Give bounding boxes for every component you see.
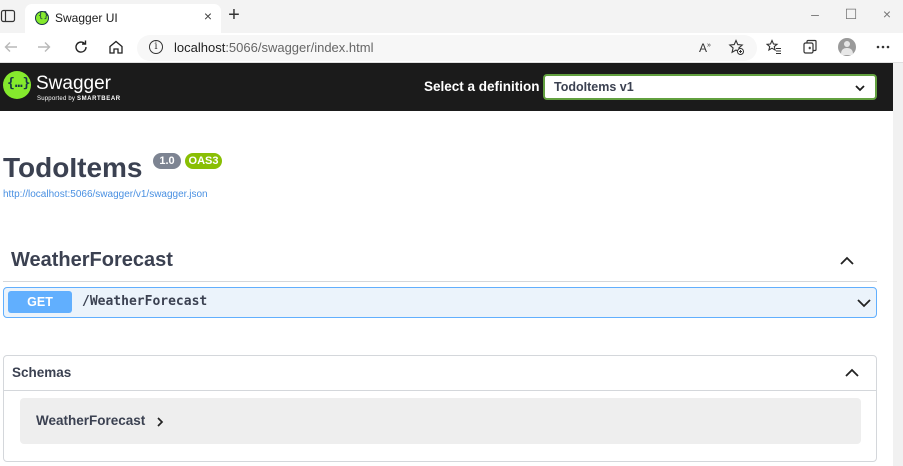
browser-tab-strip: {} Swagger UI × + – ☐ ×: [0, 0, 903, 33]
schemas-title: Schemas: [12, 365, 72, 380]
read-aloud-icon[interactable]: A »: [698, 39, 714, 55]
version-badge: 1.0: [153, 153, 181, 169]
definition-select-value: TodoItems v1: [554, 80, 634, 94]
schemas-section: Schemas WeatherForecast: [3, 355, 877, 462]
collapse-chevron-up-icon[interactable]: [844, 365, 860, 381]
address-url[interactable]: localhost:5066/swagger/index.html: [174, 40, 373, 55]
close-tab-icon[interactable]: ×: [201, 9, 215, 23]
api-title: TodoItems: [3, 152, 143, 183]
http-method-badge: GET: [8, 291, 72, 313]
swagger-logo-subtitle: Supported by SMARTBEAR: [37, 96, 121, 102]
home-icon[interactable]: [108, 39, 124, 55]
svg-text:A: A: [699, 41, 707, 55]
collapse-chevron-up-icon[interactable]: [839, 253, 855, 269]
chevron-right-icon[interactable]: [156, 417, 164, 427]
profile-avatar-icon[interactable]: [838, 38, 856, 56]
schema-model-name: WeatherForecast: [36, 413, 146, 428]
tab-title: Swagger UI: [55, 11, 118, 25]
select-definition-label: Select a definition: [424, 79, 540, 94]
tab-actions-icon[interactable]: [0, 8, 16, 24]
site-info-icon[interactable]: i: [149, 40, 163, 54]
swagger-favicon-icon: {}: [35, 11, 49, 25]
chevron-down-icon: [855, 85, 865, 92]
add-favorite-icon[interactable]: [728, 39, 744, 55]
window-close-icon[interactable]: ×: [880, 7, 894, 21]
schemas-header[interactable]: Schemas: [4, 356, 876, 391]
back-icon[interactable]: [3, 39, 19, 55]
refresh-icon[interactable]: [73, 39, 89, 55]
tag-divider: [3, 281, 877, 282]
minimize-icon[interactable]: –: [808, 7, 822, 21]
favorites-icon[interactable]: [766, 39, 782, 55]
browser-toolbar: i localhost:5066/swagger/index.html A »: [0, 33, 903, 63]
svg-text:»: »: [707, 42, 711, 49]
new-tab-icon[interactable]: +: [226, 5, 242, 25]
operation-path: /WeatherForecast: [82, 294, 208, 309]
more-options-icon[interactable]: [875, 39, 891, 55]
swagger-logo-text[interactable]: Swagger: [36, 73, 111, 95]
operation-get-weatherforecast[interactable]: GET /WeatherForecast: [3, 287, 877, 318]
forward-icon[interactable]: [36, 39, 52, 55]
expand-chevron-down-icon[interactable]: [856, 295, 872, 311]
address-bar[interactable]: i localhost:5066/swagger/index.html: [137, 35, 757, 61]
browser-tab[interactable]: {} Swagger UI ×: [25, 4, 221, 33]
swagger-logo-icon[interactable]: {…}: [3, 71, 31, 99]
collections-icon[interactable]: [802, 39, 818, 55]
definition-select[interactable]: TodoItems v1: [543, 74, 877, 100]
spec-url-link[interactable]: http://localhost:5066/swagger/v1/swagger…: [3, 189, 208, 200]
oas-badge: OAS3: [185, 153, 222, 169]
swagger-topbar: {…} Swagger Supported by SMARTBEAR Selec…: [0, 63, 893, 111]
maximize-icon[interactable]: ☐: [844, 7, 858, 21]
schema-model-row[interactable]: WeatherForecast: [20, 398, 861, 444]
page-scrollbar[interactable]: [893, 63, 903, 466]
tag-title[interactable]: WeatherForecast: [11, 249, 173, 272]
